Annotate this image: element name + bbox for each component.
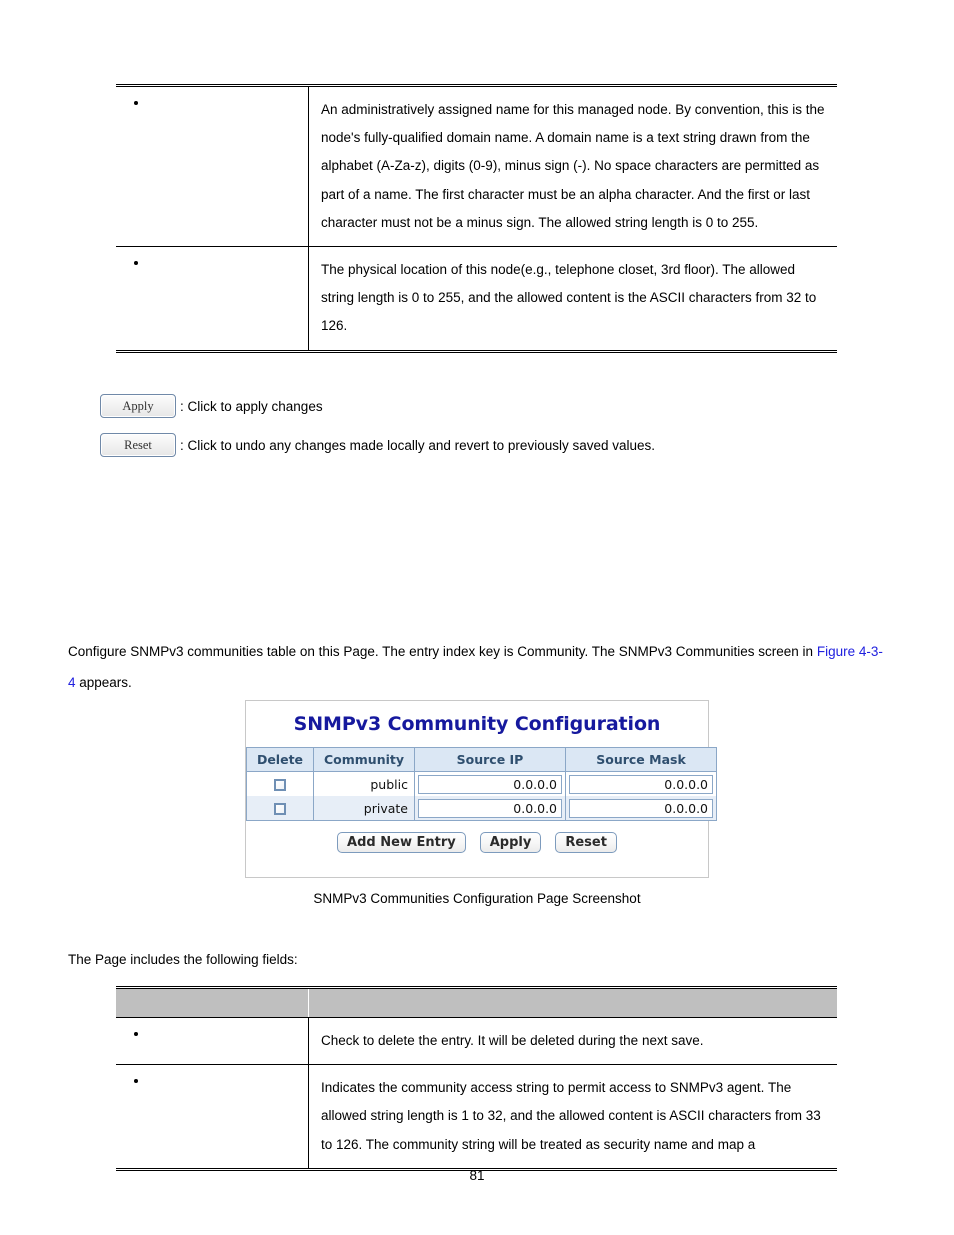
term-label [116,1018,308,1036]
reset-button-description: : Click to undo any changes made locally… [180,437,656,453]
apply-button-description: : Click to apply changes [180,398,323,414]
bullet-icon [134,261,138,266]
figure-caption: SNMPv3 Communities Configuration Page Sc… [313,891,641,906]
source-ip-input[interactable]: 0.0.0.0 [418,798,562,818]
source-ip-input[interactable]: 0.0.0.0 [418,774,562,794]
parameter-description-table-top: An administratively assigned name for th… [116,83,837,353]
intro-paragraph: Configure SNMPv3 communities table on th… [68,636,886,698]
source-mask-cell: 0.0.0.0 [566,796,716,820]
term-cell [116,83,309,247]
header-cell-term [116,986,309,1018]
description-text: Check to delete the entry. It will be de… [321,1033,704,1048]
page-number: 81 [469,1168,485,1183]
delete-checkbox[interactable] [274,779,286,791]
term-label [116,1065,308,1083]
header-cell-description [308,986,837,1018]
add-new-entry-button[interactable]: Add New Entry [337,832,466,853]
column-header-community: Community [314,748,415,772]
description-cell: The physical location of this node(e.g.,… [308,246,837,353]
apply-button-legend: Apply : Click to apply changes [100,394,323,418]
snmpv3-community-table: Delete Community Source IP Source Mask p… [246,747,717,821]
figure-link-figure[interactable]: Figure [817,644,855,659]
reset-button[interactable]: Reset [555,832,617,853]
column-header-source-ip: Source IP [415,748,566,772]
term-label [116,87,308,105]
delete-cell [247,772,314,796]
table-row: Indicates the community access string to… [116,1064,837,1171]
table-header-row [116,986,837,1018]
table-row: private 0.0.0.0 0.0.0.0 [247,796,716,820]
apply-button[interactable]: Apply [479,832,542,853]
header-label-term [116,989,308,997]
delete-checkbox[interactable] [274,803,286,815]
reset-button[interactable]: Reset [100,433,176,457]
header-label-description [321,989,837,997]
table-row: An administratively assigned name for th… [116,83,837,247]
source-mask-cell: 0.0.0.0 [566,772,716,796]
fields-intro-text: The Page includes the following fields: [68,952,298,967]
table-row: The physical location of this node(e.g.,… [116,246,837,353]
description-cell: Indicates the community access string to… [308,1064,837,1171]
description-text: Indicates the community access string to… [321,1080,821,1152]
column-header-source-mask: Source Mask [566,748,716,772]
reset-button-legend: Reset : Click to undo any changes made l… [100,433,655,457]
term-cell [116,1064,309,1171]
intro-text-part1: Configure SNMPv3 communities table on th… [68,644,817,659]
bullet-icon [134,1032,138,1036]
table-header-row: Delete Community Source IP Source Mask [247,748,716,772]
community-cell: public [314,772,415,796]
intro-text-part2: appears. [75,675,132,690]
term-cell [116,246,309,353]
source-mask-input[interactable]: 0.0.0.0 [569,798,713,818]
description-cell: An administratively assigned name for th… [308,83,837,247]
table-row: public 0.0.0.0 0.0.0.0 [247,772,716,796]
parameter-description-table-bottom: Check to delete the entry. It will be de… [116,986,837,1171]
screenshot-title: SNMPv3 Community Configuration [293,713,661,735]
delete-cell [247,796,314,820]
screenshot-button-bar: Add New Entry Apply Reset [246,832,708,853]
source-mask-input[interactable]: 0.0.0.0 [569,774,713,794]
table-row: Check to delete the entry. It will be de… [116,1017,838,1065]
term-cell [116,1017,309,1065]
source-ip-cell: 0.0.0.0 [415,796,566,820]
source-ip-cell: 0.0.0.0 [415,772,566,796]
column-header-delete: Delete [247,748,314,772]
description-text: An administratively assigned name for th… [321,102,825,230]
embedded-screenshot: SNMPv3 Community Configuration Delete Co… [245,700,717,878]
term-label [116,247,308,265]
description-text: The physical location of this node(e.g.,… [321,262,817,334]
description-cell: Check to delete the entry. It will be de… [309,1018,838,1065]
community-cell: private [314,796,415,820]
bullet-icon [134,101,138,105]
apply-button[interactable]: Apply [100,394,176,418]
